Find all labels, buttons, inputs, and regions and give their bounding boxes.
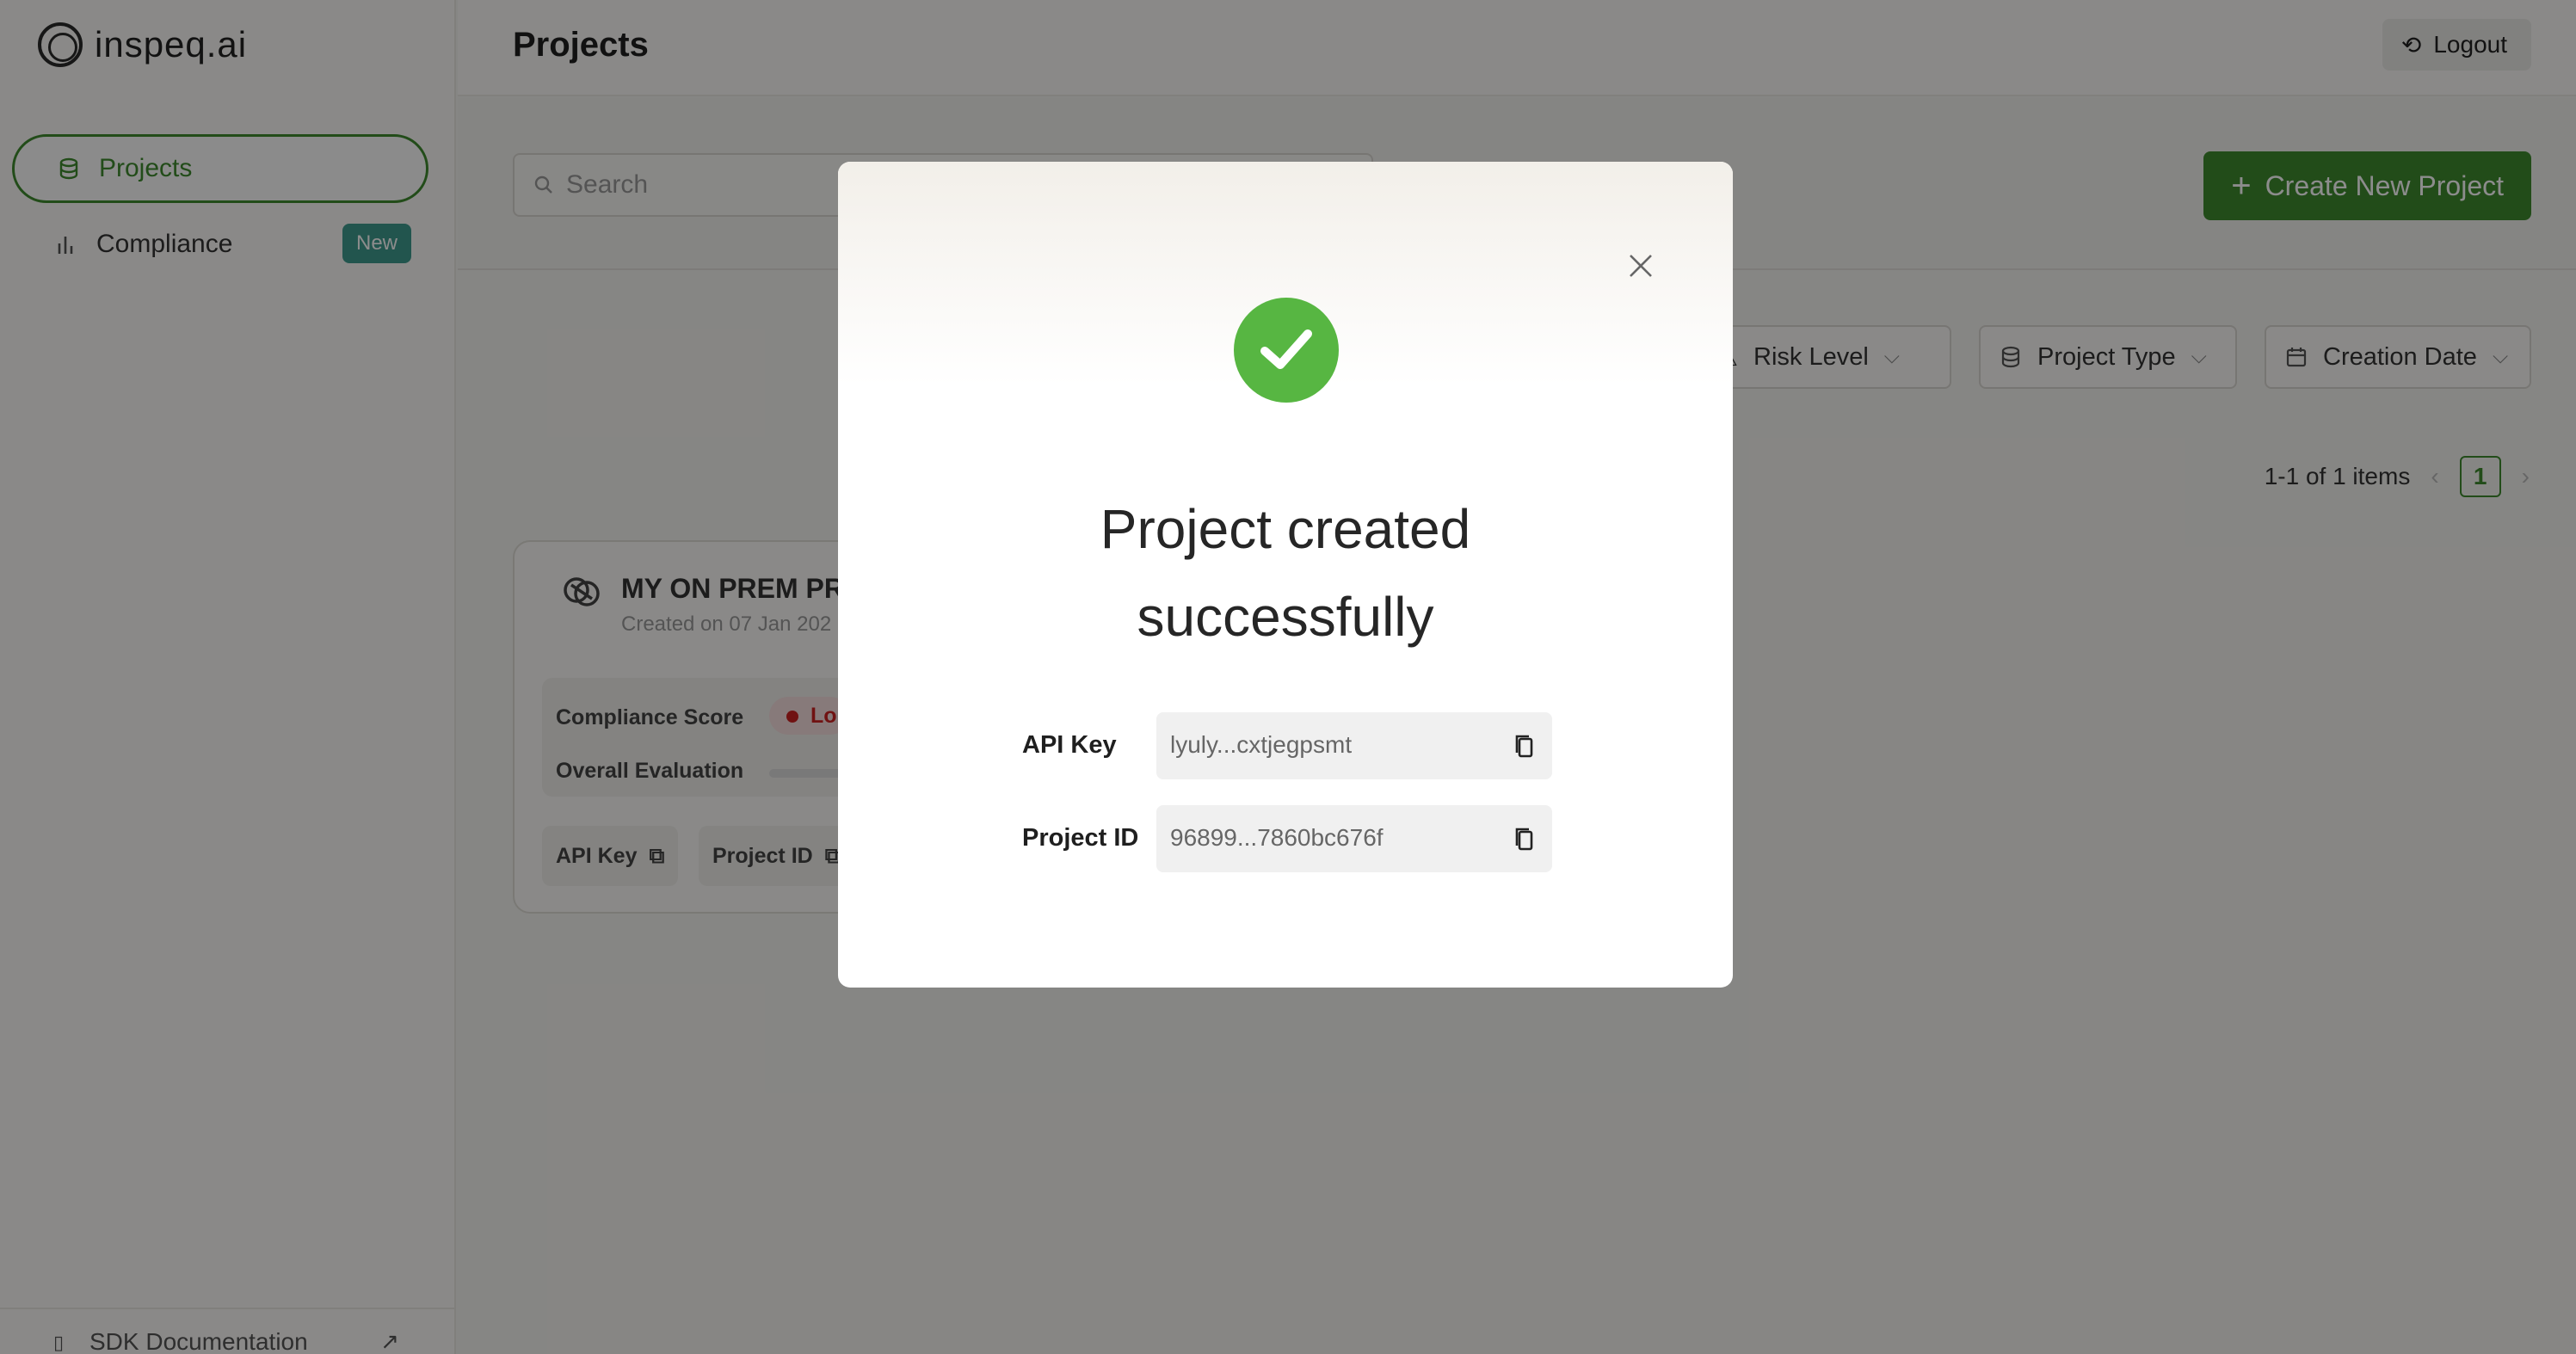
project-id-label: Project ID [1022, 824, 1139, 852]
api-key-field[interactable]: lyuly...cxtjegpsmt [1156, 712, 1552, 779]
api-key-label: API Key [1022, 731, 1117, 759]
api-key-row: API Key lyuly...cxtjegpsmt [1022, 712, 1556, 781]
copy-icon[interactable] [1511, 731, 1540, 760]
modal-title-line1: Project created [1100, 498, 1471, 560]
project-id-field[interactable]: 96899...7860bc676f [1156, 805, 1552, 872]
project-id-value: 96899...7860bc676f [1170, 824, 1384, 851]
project-id-row: Project ID 96899...7860bc676f [1022, 805, 1556, 874]
success-check-icon [1234, 298, 1339, 403]
modal-title: Project created successfully [838, 485, 1733, 661]
close-icon[interactable] [1628, 248, 1654, 286]
project-created-modal: Project created successfully API Key lyu… [838, 162, 1733, 988]
api-key-value: lyuly...cxtjegpsmt [1170, 731, 1353, 758]
copy-icon[interactable] [1511, 824, 1540, 853]
modal-title-line2: successfully [1137, 586, 1434, 648]
